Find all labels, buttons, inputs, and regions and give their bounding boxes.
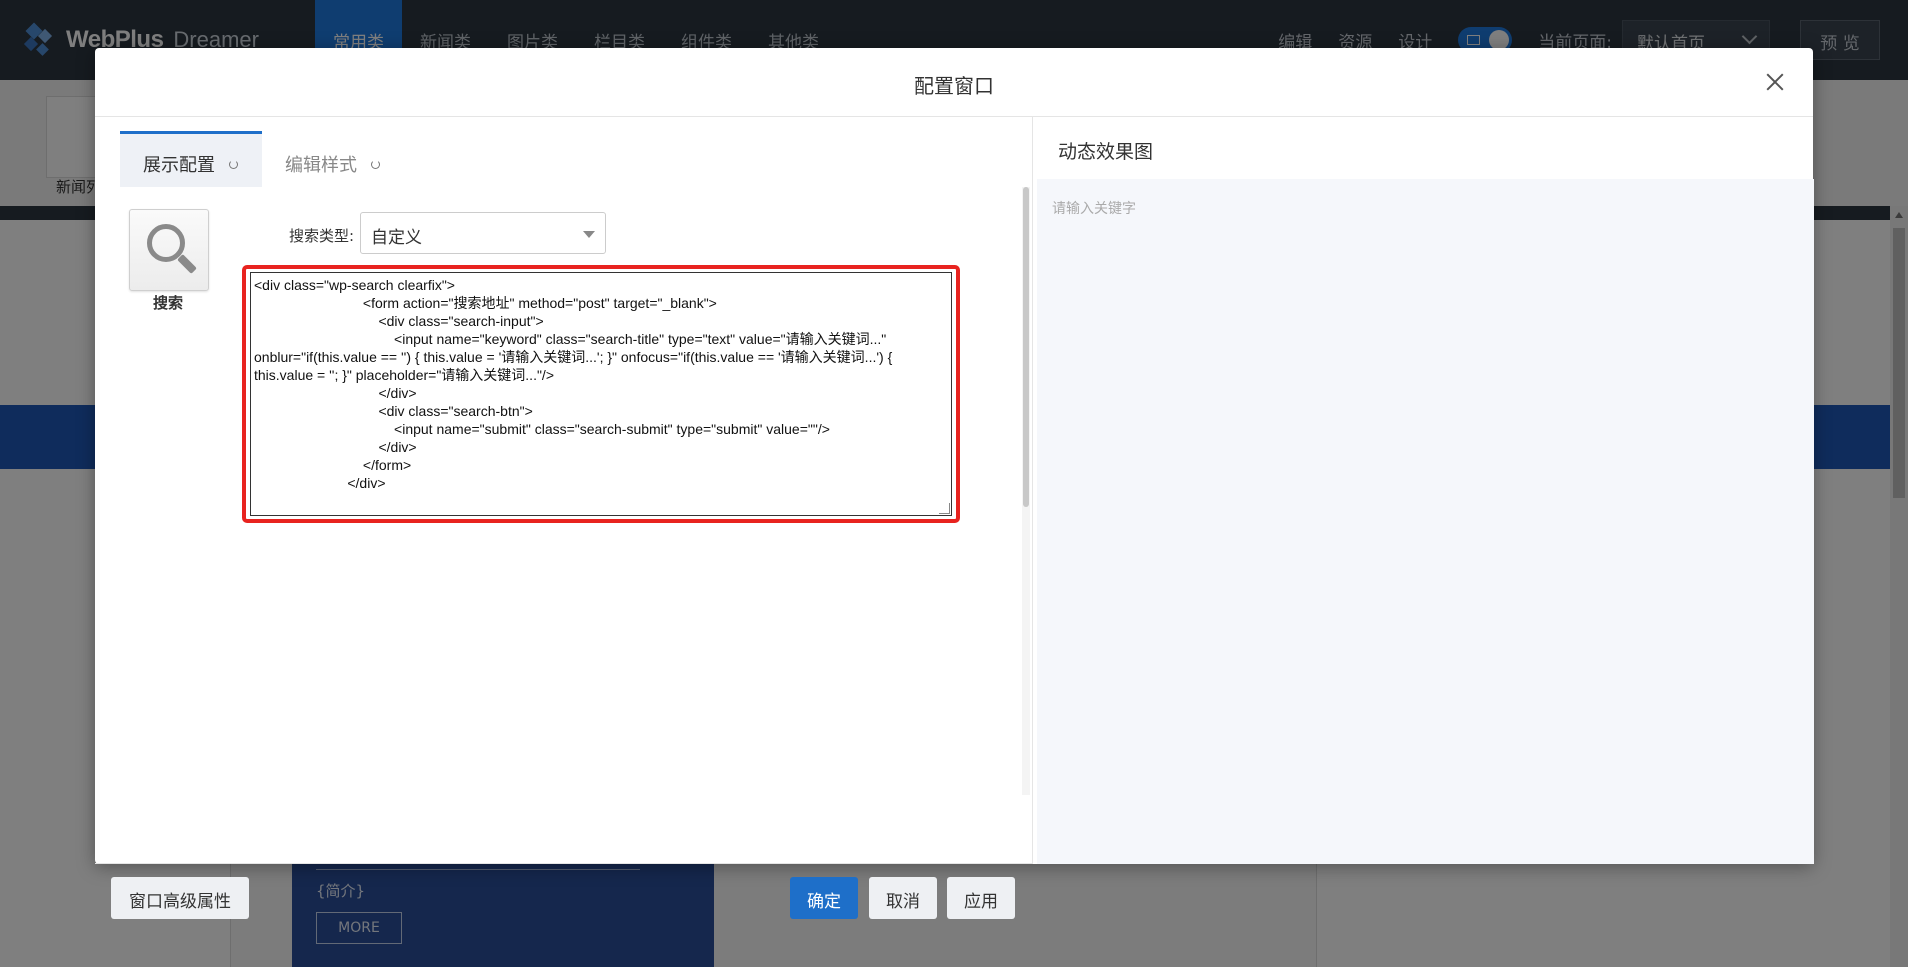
tab-display-config-label: 展示配置 [143,155,215,176]
caret-down-icon [583,231,595,238]
config-pane-scroll-thumb[interactable] [1023,187,1029,507]
cancel-button[interactable]: 取消 [869,877,937,919]
resize-grip-icon[interactable] [939,503,950,514]
preview-title: 动态效果图 [1058,141,1154,163]
dialog-title: 配置窗口 [914,74,994,98]
tab-edit-style[interactable]: 编辑样式 [262,131,404,187]
search-type-select[interactable]: 自定义 [360,212,606,254]
confirm-button[interactable]: 确定 [790,877,858,919]
refresh-icon[interactable] [229,160,238,169]
search-icon [147,224,197,279]
search-widget-label: 搜索 [152,294,183,312]
refresh-icon[interactable] [371,160,380,169]
dialog-footer: 窗口高级属性 确定 取消 应用 [95,863,1032,934]
search-type-value: 自定义 [371,228,422,248]
config-tabs: 展示配置 编辑样式 [120,131,404,187]
config-dialog: 配置窗口 展示配置 编辑样式 搜索 搜索类型: 自定义 <div class="… [95,48,1814,919]
config-pane: 展示配置 编辑样式 搜索 搜索类型: 自定义 <div class="wp-se… [95,117,1032,919]
advanced-properties-button[interactable]: 窗口高级属性 [111,877,249,919]
preview-pane: 动态效果图 请输入关键字 [1032,117,1814,864]
tab-display-config[interactable]: 展示配置 [120,131,262,187]
preview-search-input[interactable]: 请输入关键字 [1052,198,1136,218]
search-widget-thumbnail[interactable] [129,209,209,291]
custom-html-textarea[interactable]: <div class="wp-search clearfix"> <form a… [250,272,952,516]
tab-edit-style-label: 编辑样式 [285,155,357,176]
preview-canvas: 请输入关键字 [1037,179,1814,864]
close-icon[interactable] [1761,68,1789,96]
code-editor-highlight: <div class="wp-search clearfix"> <form a… [242,265,960,523]
config-pane-scrollbar[interactable] [1022,187,1030,795]
search-type-label: 搜索类型: [289,227,355,245]
dialog-header: 配置窗口 [95,48,1813,117]
apply-button[interactable]: 应用 [947,877,1015,919]
